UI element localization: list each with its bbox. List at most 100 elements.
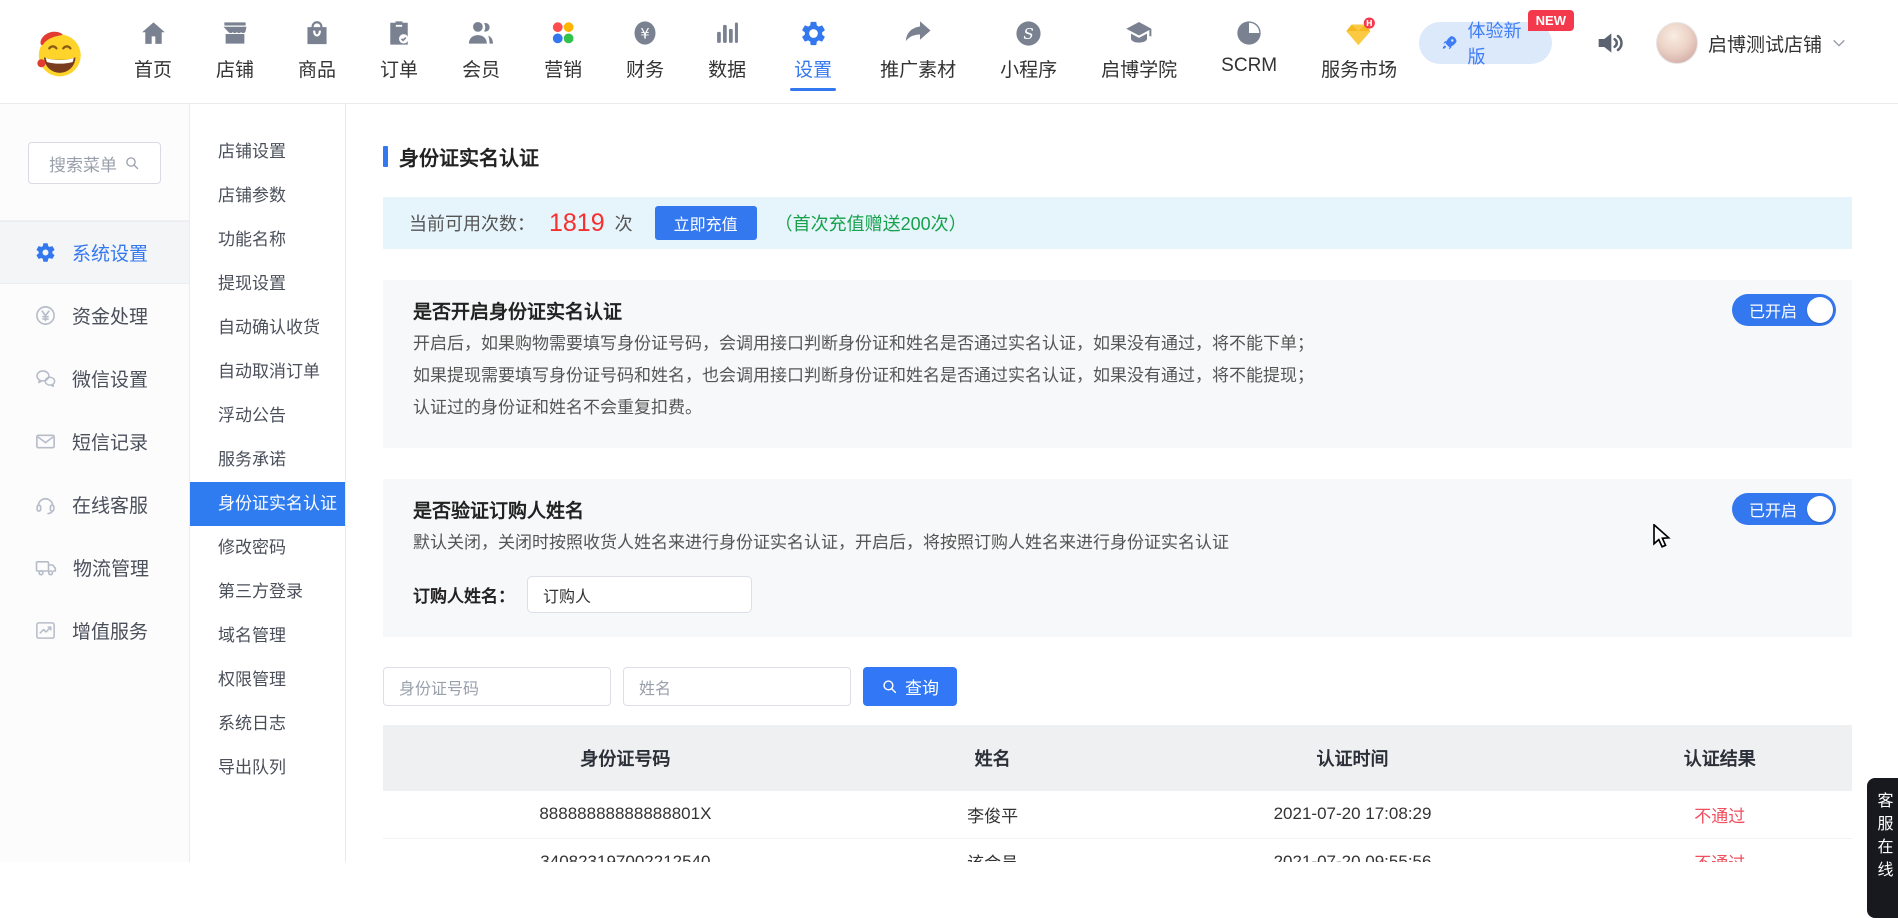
share-arrow-icon	[903, 14, 933, 52]
nav-item-promo-material[interactable]: 推广素材	[858, 14, 978, 104]
nav-item-settings[interactable]: 设置	[768, 14, 858, 104]
bar-chart-icon	[713, 14, 741, 52]
app-logo[interactable]	[30, 20, 86, 87]
cell-id-number: 340823197002212540	[383, 838, 868, 862]
submenu-item[interactable]: 第三方登录	[190, 570, 345, 614]
orderer-name-toggle[interactable]: 已开启	[1732, 493, 1836, 525]
gear-icon	[799, 14, 828, 52]
id-verification-toggle[interactable]: 已开启	[1732, 294, 1836, 326]
shopping-bag-icon	[303, 14, 331, 52]
verify-orderer-name-card: 是否验证订购人姓名 默认关闭，关闭时按照收货人姓名来进行身份证实名认证，开启后，…	[383, 479, 1852, 637]
avatar	[1656, 22, 1698, 64]
nav-item-scrm[interactable]: SCRM	[1199, 14, 1299, 104]
sidebar-item-system-settings[interactable]: 系统设置	[0, 221, 189, 284]
submenu-item[interactable]: 功能名称	[190, 218, 345, 262]
main-nav: 首页 店铺 商品 订单 会员 营销 ¥ 财务 数据	[112, 0, 1419, 104]
submenu-item[interactable]: 店铺设置	[190, 130, 345, 174]
svg-text:¥: ¥	[640, 25, 649, 42]
name-input[interactable]: 姓名	[623, 667, 851, 706]
truck-icon	[34, 556, 58, 580]
primary-sidebar: 搜索菜单 系统设置 资金处理 微信设置 短信记录 在线客服 物流管理 增值服务	[0, 104, 190, 862]
nav-item-home[interactable]: 首页	[112, 14, 194, 104]
toggle-knob	[1807, 297, 1833, 323]
marketing-dots-icon	[549, 14, 577, 52]
submenu-item[interactable]: 导出队列	[190, 746, 345, 790]
customer-service-tab[interactable]: 客服在线	[1867, 778, 1898, 918]
id-number-input[interactable]: 身份证号码	[383, 667, 611, 706]
submenu-item[interactable]: 自动确认收货	[190, 306, 345, 350]
nav-item-service-market[interactable]: H 服务市场	[1299, 14, 1419, 104]
recharge-button[interactable]: 立即充值	[655, 206, 757, 240]
sidebar-item-logistics[interactable]: 物流管理	[0, 536, 189, 599]
sidebar-item-online-service[interactable]: 在线客服	[0, 473, 189, 536]
nav-item-academy[interactable]: 启博学院	[1079, 14, 1199, 104]
announcement-speaker-icon[interactable]	[1594, 27, 1626, 59]
submenu-item[interactable]: 服务承诺	[190, 438, 345, 482]
menu-search-input[interactable]: 搜索菜单	[28, 142, 161, 184]
table-body: 88888888888888801X李俊平2021-07-20 17:08:29…	[383, 791, 1852, 862]
quota-banner: 当前可用次数： 1819 次 立即充值 （首次充值赠送200次）	[383, 197, 1852, 249]
record-search-row: 身份证号码 姓名 查询	[383, 667, 1852, 706]
svg-text:S: S	[1023, 24, 1033, 42]
sidebar-item-value-added[interactable]: 增值服务	[0, 599, 189, 662]
submenu-item[interactable]: 身份证实名认证	[190, 482, 345, 526]
storefront-icon	[220, 14, 250, 52]
nav-item-miniprogram[interactable]: S 小程序	[978, 14, 1079, 104]
submenu-item[interactable]: 修改密码	[190, 526, 345, 570]
try-new-version-button[interactable]: 体验新版 NEW	[1419, 22, 1552, 64]
top-bar: 首页 店铺 商品 订单 会员 营销 ¥ 财务 数据	[0, 0, 1898, 104]
home-icon	[139, 14, 168, 52]
nav-item-shop[interactable]: 店铺	[194, 14, 276, 104]
cell-auth-time: 2021-07-20 17:08:29	[1117, 791, 1587, 838]
pie-chart-icon	[1235, 14, 1263, 52]
table-row: 88888888888888801X李俊平2021-07-20 17:08:29…	[383, 791, 1852, 838]
first-recharge-note: （首次充值赠送200次）	[775, 210, 967, 236]
quota-value: 1819	[549, 209, 605, 238]
submenu-item[interactable]: 系统日志	[190, 702, 345, 746]
svg-text:H: H	[1366, 19, 1373, 28]
header-right: 体验新版 NEW 启博测试店铺	[1419, 0, 1898, 64]
title-accent-bar	[383, 146, 388, 167]
nav-item-goods[interactable]: 商品	[276, 14, 358, 104]
sidebar-item-funds[interactable]: 资金处理	[0, 284, 189, 347]
yen-coin-icon: ¥	[631, 14, 659, 52]
nav-item-data[interactable]: 数据	[686, 14, 768, 104]
sidebar-item-sms[interactable]: 短信记录	[0, 410, 189, 473]
nav-item-finance[interactable]: ¥ 财务	[604, 14, 686, 104]
cell-id-number: 88888888888888801X	[383, 791, 868, 838]
submenu-item[interactable]: 自动取消订单	[190, 350, 345, 394]
col-auth-time: 认证时间	[1117, 725, 1587, 791]
toggle-knob	[1807, 496, 1833, 522]
chevron-down-icon	[1830, 34, 1848, 52]
nav-item-orders[interactable]: 订单	[358, 14, 440, 104]
active-tab-underline	[790, 88, 836, 91]
nav-item-marketing[interactable]: 营销	[522, 14, 604, 104]
desc-line: 认证过的身份证和姓名不会重复扣费。	[413, 392, 1822, 424]
trend-chart-icon	[34, 619, 57, 642]
page-title: 身份证实名认证	[383, 142, 1852, 171]
col-name: 姓名	[868, 725, 1118, 791]
menu-search-block: 搜索菜单	[0, 104, 189, 221]
submenu-item[interactable]: 权限管理	[190, 658, 345, 702]
main-content: 身份证实名认证 当前可用次数： 1819 次 立即充值 （首次充值赠送200次）…	[346, 104, 1898, 862]
submenu-item[interactable]: 提现设置	[190, 262, 345, 306]
sidebar-item-wechat[interactable]: 微信设置	[0, 347, 189, 410]
headset-icon	[34, 493, 57, 516]
miniprogram-icon: S	[1014, 14, 1043, 52]
desc-line: 默认关闭，关闭时按照收货人姓名来进行身份证实名认证，开启后，将按照订购人姓名来进…	[413, 527, 1822, 559]
account-menu[interactable]: 启博测试店铺	[1656, 22, 1848, 64]
orderer-name-input[interactable]: 订购人	[527, 576, 752, 613]
enable-id-verification-card: 是否开启身份证实名认证 开启后，如果购物需要填写身份证号码，会调用接口判断身份证…	[383, 280, 1852, 448]
table-row: 340823197002212540该会员2021-07-20 09:55:56…	[383, 838, 1852, 862]
nav-item-members[interactable]: 会员	[440, 14, 522, 104]
settings-submenu: 店铺设置店铺参数功能名称提现设置自动确认收货自动取消订单浮动公告服务承诺身份证实…	[190, 104, 346, 862]
wechat-icon	[34, 367, 57, 390]
envelope-icon	[34, 430, 57, 453]
submenu-item[interactable]: 浮动公告	[190, 394, 345, 438]
submenu-item[interactable]: 域名管理	[190, 614, 345, 658]
query-button[interactable]: 查询	[863, 667, 957, 706]
cell-auth-result: 不通过	[1588, 791, 1852, 838]
members-icon	[466, 14, 496, 52]
submenu-item[interactable]: 店铺参数	[190, 174, 345, 218]
col-auth-result: 认证结果	[1588, 725, 1852, 791]
